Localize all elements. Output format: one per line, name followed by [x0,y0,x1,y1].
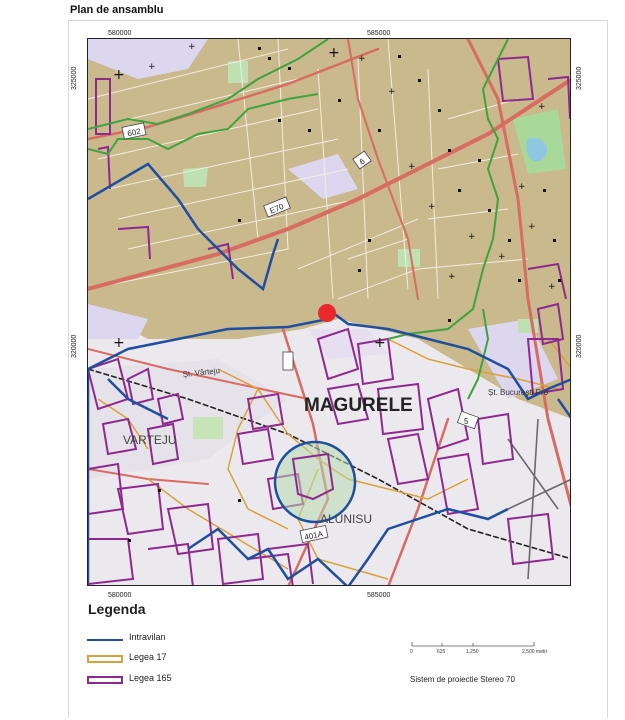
map-page: Plan de ansamblu 580000 585000 580000 58… [0,0,625,720]
coord-left-top: 325000 [71,66,78,90]
village-label-varteju: VARTEJU [123,433,177,447]
legend-swatch-legea17 [87,655,123,663]
map-canvas: + + + + + + + + + + + + + + + + + 602 E7… [88,39,570,585]
scale-tick-2500: 2,500 metri [522,649,548,655]
scale-tick-625: 625 [437,649,446,655]
coord-right-top: 325000 [576,66,583,90]
svg-text:+: + [113,335,125,351]
village-label-alunisu: ALUNISU [320,512,372,526]
site-marker[interactable] [318,304,336,322]
legend-title: Legenda [88,601,146,617]
scale-tick-1250: 1,250 [466,649,479,655]
svg-text:+: + [388,87,396,97]
legend-label-intravilan: Intravilan [129,632,166,642]
svg-text:+: + [538,102,546,112]
svg-text:+: + [188,42,196,52]
scale-bar: 0 625 1,250 2,500 metri [410,637,548,659]
coord-top-left: 580000 [108,30,132,37]
svg-text:+: + [328,45,340,61]
legend-label-legea165: Legea 165 [129,673,172,683]
scale-tick-0: 0 [410,649,413,655]
road-shield-small [282,351,294,371]
svg-text:+: + [358,54,366,64]
svg-text:+: + [468,232,476,242]
svg-text:+: + [374,335,386,351]
park-area [228,61,248,83]
park-area [518,319,538,333]
town-label: MAGURELE [304,395,413,416]
coord-left-bottom: 320000 [71,334,78,358]
coord-right-bottom: 320000 [576,334,583,358]
site-buffer-circle [273,440,357,524]
svg-text:+: + [498,252,506,262]
svg-text:+: + [113,67,125,83]
coord-top-right: 585000 [367,30,391,37]
svg-text:+: + [428,202,436,212]
svg-text:+: + [548,282,556,292]
svg-text:+: + [148,62,156,72]
map-title: Plan de ansamblu [70,4,164,16]
park-area [398,249,420,267]
projection-label: Sistem de proiectie Stereo 70 [410,675,515,684]
legend-swatch-legea165 [87,676,123,684]
legend-swatch-intravilan [87,639,123,641]
svg-text:+: + [528,222,536,232]
road-label-5: 5 [464,417,469,426]
svg-text:+: + [518,182,526,192]
legend-label-legea17: Legea 17 [129,652,167,662]
coord-bottom-right: 585000 [367,592,391,599]
svg-text:+: + [448,272,456,282]
coord-bottom-left: 580000 [108,592,132,599]
map-frame[interactable]: + + + + + + + + + + + + + + + + + 602 E7… [87,38,571,586]
svg-text:+: + [408,162,416,172]
street-label-bucuresti: Șt. București Pro [488,388,549,397]
park-area [193,417,223,439]
